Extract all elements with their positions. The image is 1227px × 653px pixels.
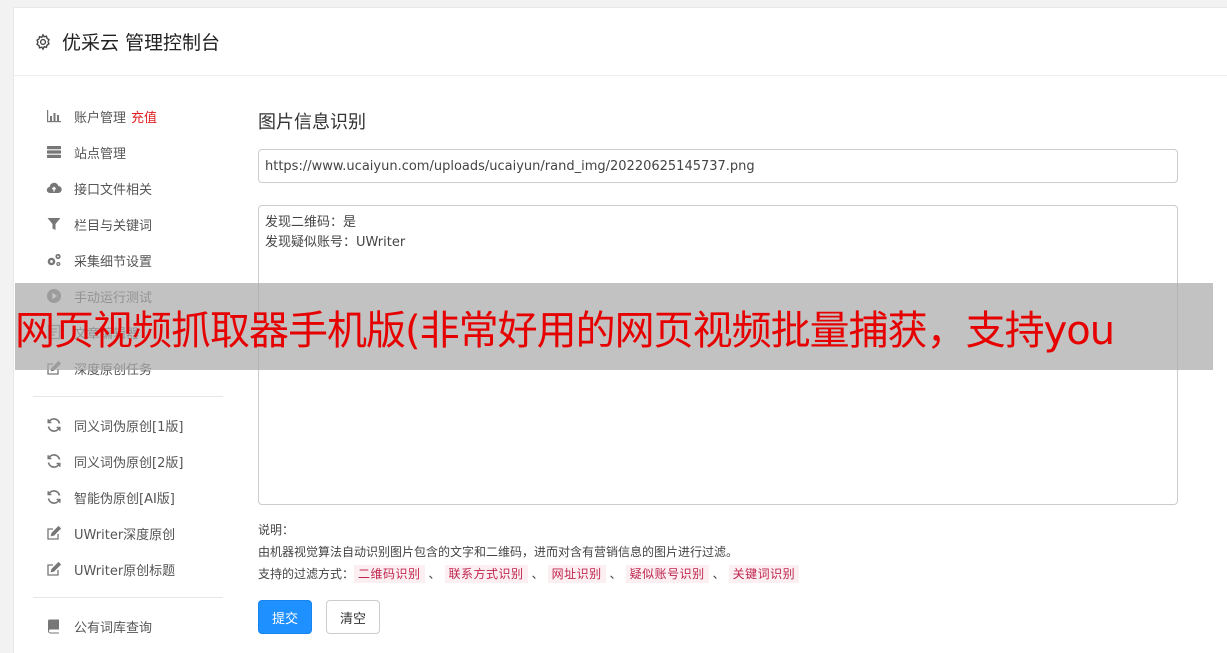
- edit-icon: [45, 560, 63, 578]
- watermark-banner: 网页视频抓取器手机版(非常好用的网页视频批量捕获，支持you: [15, 283, 1213, 370]
- cloud-upload-icon: [45, 179, 63, 197]
- recharge-link[interactable]: 充值: [131, 107, 157, 126]
- notes-label: 说明：: [258, 523, 295, 537]
- filter-tag: 网址识别: [547, 565, 606, 583]
- sidebar-item[interactable]: 智能伪原创[AI版]: [33, 479, 223, 515]
- gear-icon: [34, 32, 52, 51]
- sidebar-item-label: 接口文件相关: [74, 182, 153, 198]
- tag-separator: 、: [609, 567, 622, 581]
- sidebar-item-label: 采集细节设置: [74, 254, 153, 270]
- watermark-text: 网页视频抓取器手机版(非常好用的网页视频批量捕获，支持you: [15, 307, 1115, 354]
- console-title: 优采云 管理控制台: [62, 32, 221, 54]
- sidebar-item[interactable]: UWriter深度原创: [33, 515, 223, 551]
- sidebar-item-label: 栏目与关键词: [74, 218, 153, 234]
- sidebar-divider: [33, 396, 223, 397]
- filter-label: 支持的过滤方式：: [258, 567, 355, 581]
- sidebar-item[interactable]: 同义词伪原创[2版]: [33, 443, 223, 479]
- cogs-icon: [45, 251, 63, 269]
- bar-chart-icon: [45, 107, 63, 125]
- tag-separator: 、: [428, 567, 441, 581]
- sidebar-item[interactable]: 采集细节设置: [33, 242, 223, 278]
- filter-icon: [45, 215, 63, 233]
- sidebar-item-label: 账户管理: [74, 110, 127, 126]
- sidebar-divider: [33, 597, 223, 598]
- tag-separator: 、: [531, 567, 544, 581]
- filter-tag: 关键词识别: [728, 565, 800, 583]
- refresh-icon: [45, 452, 63, 470]
- book-icon: [45, 617, 63, 635]
- sidebar-item[interactable]: 账户管理 充值: [33, 98, 223, 134]
- refresh-icon: [45, 416, 63, 434]
- sidebar-item[interactable]: 接口文件相关: [33, 170, 223, 206]
- filter-tag: 二维码识别: [354, 565, 425, 583]
- sidebar-item-label: UWriter深度原创: [74, 527, 176, 543]
- sidebar-item[interactable]: 公有词库查询: [33, 608, 223, 644]
- sidebar-nav: 账户管理充值站点管理接口文件相关栏目与关键词采集细节设置手动运行测试文章编辑器深…: [33, 98, 223, 644]
- clear-button[interactable]: 清空: [326, 600, 380, 634]
- main-content: 图片信息识别 发现二维码：是 发现疑似账号：UWriter 说明： 由机器视觉算…: [258, 108, 1178, 634]
- tag-separator: 、: [712, 567, 725, 581]
- sidebar-item[interactable]: 栏目与关键词: [33, 206, 223, 242]
- filter-tag: 疑似账号识别: [625, 565, 709, 583]
- edit-icon: [45, 524, 63, 542]
- result-line: 发现疑似账号：UWriter: [265, 235, 406, 250]
- action-buttons: 提交 清空: [258, 600, 1178, 634]
- notes-section: 说明： 由机器视觉算法自动识别图片包含的文字和二维码，进而对含有营销信息的图片进…: [258, 519, 1178, 585]
- refresh-icon: [45, 488, 63, 506]
- sidebar-item-label: 同义词伪原创[1版]: [74, 419, 184, 435]
- result-line: 发现二维码：是: [265, 215, 357, 230]
- server-icon: [45, 143, 63, 161]
- image-url-input[interactable]: [258, 149, 1178, 183]
- sidebar-item[interactable]: UWriter原创标题: [33, 551, 223, 587]
- sidebar-item[interactable]: 站点管理: [33, 134, 223, 170]
- filter-methods: 支持的过滤方式： 二维码识别、联系方式识别、网址识别、疑似账号识别、关键词识别: [258, 563, 1178, 585]
- filter-tag: 联系方式识别: [444, 565, 528, 583]
- page-title: 图片信息识别: [258, 112, 366, 133]
- sidebar-item-label: UWriter原创标题: [74, 563, 176, 579]
- notes-text: 由机器视觉算法自动识别图片包含的文字和二维码，进而对含有营销信息的图片进行过滤。: [258, 545, 739, 559]
- sidebar-item-label: 智能伪原创[AI版]: [74, 491, 175, 507]
- submit-button[interactable]: 提交: [258, 600, 312, 634]
- sidebar-item-label: 同义词伪原创[2版]: [74, 455, 184, 471]
- sidebar-item-label: 公有词库查询: [74, 620, 153, 636]
- sidebar-item-label: 站点管理: [74, 146, 127, 162]
- sidebar-item[interactable]: 同义词伪原创[1版]: [33, 407, 223, 443]
- console-header: 优采云 管理控制台: [14, 8, 1227, 76]
